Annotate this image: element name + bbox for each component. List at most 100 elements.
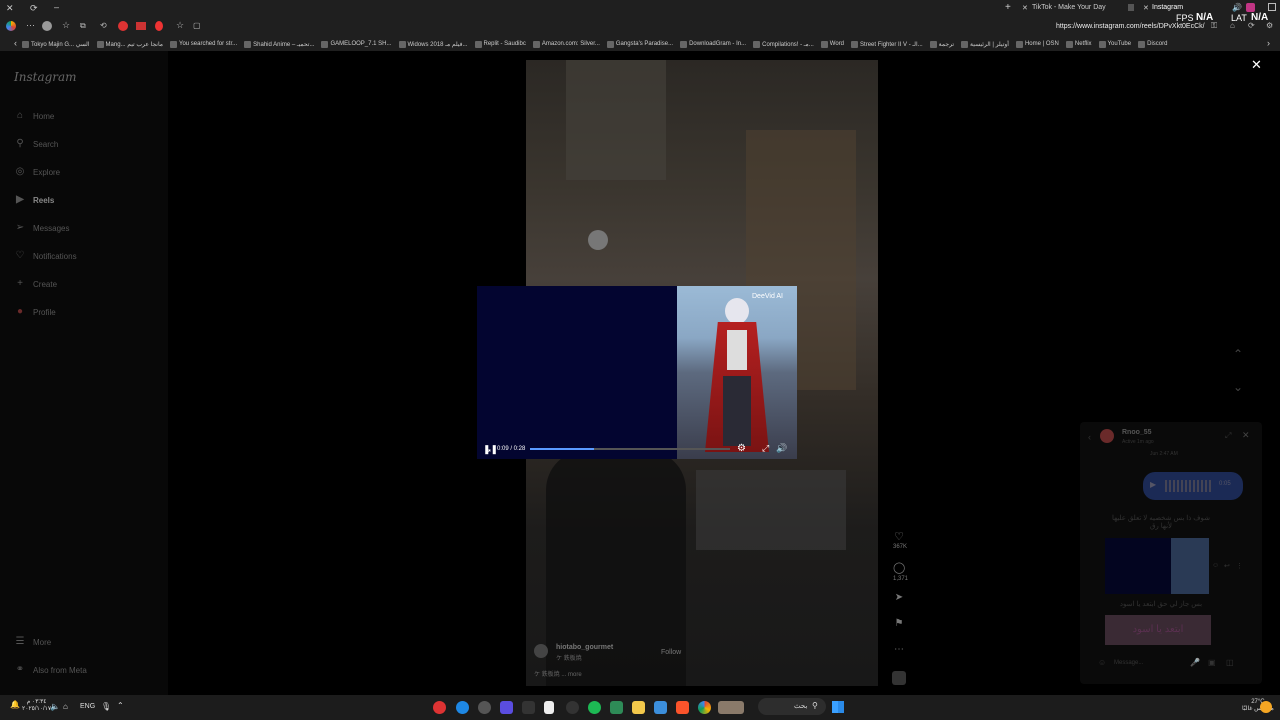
taskbar-app-icon[interactable]: [718, 701, 744, 714]
windows-start-icon[interactable]: [832, 701, 844, 713]
avatar[interactable]: [42, 21, 52, 31]
bookmark-item[interactable]: Mang... مانجا عرب تيم: [96, 40, 163, 48]
tab-close-icon[interactable]: ✕: [1022, 4, 1028, 12]
like-icon[interactable]: ♡: [893, 530, 905, 543]
clock[interactable]: ٠٣:٣٤ م ٢٠٢٥/١٠/١٧: [22, 699, 51, 713]
taskbar-app-icon[interactable]: [478, 701, 491, 714]
voice-message[interactable]: ▶ 0:05: [1143, 472, 1243, 500]
xbox-icon[interactable]: [610, 701, 623, 714]
close-icon[interactable]: ✕: [1242, 430, 1250, 441]
bookmark-item[interactable]: Home | OSN: [1015, 40, 1059, 48]
follow-button[interactable]: Follow: [661, 649, 681, 656]
mic-icon[interactable]: 🎤: [1190, 658, 1200, 667]
sidebar-item-meta[interactable]: ⚭ Also from Meta: [14, 662, 87, 678]
reply-icon[interactable]: ↩: [1224, 562, 1230, 570]
record-icon[interactable]: [136, 22, 146, 30]
sidebar-item-more[interactable]: ☰ More: [14, 634, 52, 650]
shared-video-thumb[interactable]: [1105, 538, 1209, 594]
bookmark-item[interactable]: Widows 2018 فيلم مـ...: [398, 40, 468, 48]
tab-close-icon[interactable]: ✕: [1143, 4, 1149, 12]
sticker-icon[interactable]: ◫: [1226, 658, 1234, 667]
reader-icon[interactable]: ▢: [193, 21, 201, 30]
sync-icon[interactable]: ⟲: [100, 21, 107, 30]
bookmark-item[interactable]: Shahid Anime – تحميـ...: [244, 40, 314, 48]
file-icon[interactable]: [544, 701, 554, 714]
star-icon[interactable]: ☆: [62, 20, 70, 31]
comment-icon[interactable]: ◯: [893, 561, 905, 574]
more-icon[interactable]: ⋯: [893, 644, 905, 655]
bookmark-item[interactable]: Gangsta's Paradise...: [606, 40, 673, 48]
minimize-icon[interactable]: –: [54, 2, 59, 12]
language-indicator[interactable]: ENG: [80, 703, 95, 710]
play-icon[interactable]: ▶: [1150, 480, 1156, 489]
chrome-icon[interactable]: [698, 701, 711, 714]
chevron-right-icon[interactable]: ›: [1267, 38, 1270, 48]
sidebar-item-profile[interactable]: ● Profile: [14, 304, 56, 320]
folder-icon[interactable]: [632, 701, 645, 714]
bookmark-item[interactable]: Street Fighter II V - الـ...: [851, 40, 923, 48]
expand-icon[interactable]: ⤢: [1225, 431, 1231, 441]
volume-icon[interactable]: 🔊: [776, 443, 787, 454]
volume-icon[interactable]: 🔈: [50, 702, 60, 711]
bookmark-item[interactable]: You searched for str...: [170, 40, 237, 48]
url-field[interactable]: https://www.instagram.com/reels/DPvXkt0E…: [1056, 23, 1205, 30]
shared-image[interactable]: ابتعد يا اسود: [1105, 615, 1211, 645]
fullscreen-icon[interactable]: ⤢: [762, 443, 769, 454]
notification-icon[interactable]: 🔔: [10, 700, 20, 709]
taskbar-search[interactable]: بحث ⚲: [758, 698, 826, 715]
close-icon[interactable]: ✕: [6, 3, 14, 14]
instagram-logo[interactable]: Instagram: [14, 70, 77, 84]
chevron-left-icon[interactable]: ‹: [14, 38, 17, 48]
tab-tiktok[interactable]: TikTok - Make Your Day: [1032, 4, 1106, 11]
avatar[interactable]: [1100, 429, 1114, 443]
store-icon[interactable]: [654, 701, 667, 714]
image-icon[interactable]: ▣: [1208, 658, 1216, 667]
edge-icon[interactable]: [456, 701, 469, 714]
menu-dots-icon[interactable]: ⋯: [26, 20, 35, 31]
avatar[interactable]: [534, 644, 548, 658]
brave-icon[interactable]: [676, 701, 689, 714]
chevron-up-icon[interactable]: ⌃: [1233, 347, 1243, 361]
volume-icon[interactable]: 🔊: [1232, 3, 1242, 12]
taskbar-app-icon[interactable]: [500, 701, 513, 714]
reel-username[interactable]: hiotabo_gourmet: [556, 644, 613, 651]
taskbar-app-icon[interactable]: [433, 701, 446, 714]
new-tab-icon[interactable]: +: [1005, 2, 1011, 13]
bookmark-item[interactable]: YouTube: [1098, 40, 1131, 48]
taskbar-app-icon[interactable]: [522, 701, 535, 714]
bookmark-item[interactable]: ترجمة: [929, 40, 954, 48]
reload-icon[interactable]: ⟳: [30, 3, 38, 14]
sidebar-item-reels[interactable]: ▶ Reels: [14, 192, 54, 208]
tray-chevron-icon[interactable]: ⌃: [117, 701, 124, 710]
maximize-icon[interactable]: [1268, 3, 1276, 11]
sidebar-item-messages[interactable]: ➢ Messages: [14, 220, 70, 236]
chat-name[interactable]: Rnoo_55: [1122, 429, 1152, 436]
back-icon[interactable]: ‹: [1088, 432, 1091, 442]
adblock-icon[interactable]: [118, 21, 128, 31]
network-icon[interactable]: ⌂: [63, 702, 68, 711]
emoji-icon[interactable]: ☺: [1098, 658, 1106, 667]
bookmark-item[interactable]: DownloadGram - In...: [680, 40, 746, 48]
bookmark-item[interactable]: GAMELOOP_7.1 SH...: [321, 40, 392, 48]
bookmark-item[interactable]: Tokyo Majin G... السي: [22, 40, 90, 48]
message-input[interactable]: Message...: [1114, 660, 1143, 666]
mic-icon[interactable]: 🎙: [101, 702, 111, 711]
bookmark-item[interactable]: Compilations! - مـ...: [753, 40, 814, 48]
chevron-down-icon[interactable]: ⌄: [1233, 380, 1243, 394]
sidebar-item-explore[interactable]: ◎ Explore: [14, 164, 61, 180]
extension-icon[interactable]: ⧉: [80, 21, 86, 31]
sidebar-item-search[interactable]: ⚲ Search: [14, 136, 58, 152]
bookmark-item[interactable]: Amazon.com: Silver...: [532, 40, 600, 48]
bookmark-item[interactable]: أوتيلر | الرئيسية: [961, 40, 1009, 48]
sidebar-item-create[interactable]: + Create: [14, 276, 57, 292]
reel-caption[interactable]: ケ 鉄板焼 ... more: [534, 669, 582, 678]
settings-icon[interactable]: ⚙: [737, 443, 746, 454]
sidebar-item-home[interactable]: ⌂ Home: [14, 108, 54, 124]
spotify-icon[interactable]: [588, 701, 601, 714]
pin-icon[interactable]: [155, 21, 163, 31]
bookmark-item[interactable]: Word: [820, 40, 844, 48]
bookmark-star-icon[interactable]: ☆: [176, 20, 184, 31]
pip-progress-track[interactable]: [530, 448, 730, 450]
more-icon[interactable]: ⋮: [1236, 562, 1243, 570]
bookmark-item[interactable]: Netflix: [1065, 40, 1092, 48]
